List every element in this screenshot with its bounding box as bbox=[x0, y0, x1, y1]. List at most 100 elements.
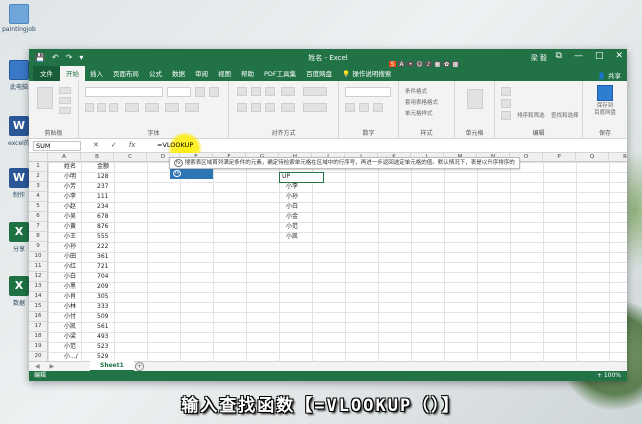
row-header[interactable]: 14 bbox=[29, 292, 48, 302]
name-box[interactable]: SUM bbox=[33, 141, 81, 151]
cells-icon[interactable] bbox=[467, 89, 483, 109]
orientation-icon[interactable] bbox=[281, 87, 295, 96]
phonetic-icon[interactable] bbox=[185, 103, 199, 112]
row-header[interactable]: 16 bbox=[29, 312, 48, 322]
conditional-format-button[interactable]: 条件格式 bbox=[405, 87, 427, 95]
row-header[interactable]: 2 bbox=[29, 172, 48, 182]
align-center-icon[interactable] bbox=[251, 103, 261, 112]
merge-center-icon[interactable] bbox=[303, 103, 327, 112]
align-top-icon[interactable] bbox=[237, 87, 247, 96]
row-header[interactable]: 3 bbox=[29, 182, 48, 192]
align-bottom-icon[interactable] bbox=[265, 87, 275, 96]
active-cell-editor[interactable]: UP bbox=[279, 172, 324, 183]
font-color-icon[interactable] bbox=[165, 103, 179, 112]
tab-home[interactable]: 开始 bbox=[60, 66, 85, 81]
format-painter-icon[interactable] bbox=[59, 107, 71, 114]
row-header[interactable]: 13 bbox=[29, 282, 48, 292]
row-header[interactable]: 10 bbox=[29, 252, 48, 262]
column-header[interactable]: R bbox=[609, 153, 627, 162]
fill-color-icon[interactable] bbox=[145, 103, 159, 112]
tab-insert[interactable]: 插入 bbox=[85, 68, 108, 81]
excel-window: 💾 ↶ ↷ ▾ 姓名 - Excel S A • ☺ ♪ ▦ ✿ ▩ 梁 毅 ⧉… bbox=[29, 49, 627, 381]
wrap-text-icon[interactable] bbox=[303, 87, 327, 96]
cancel-formula-button[interactable]: ✕ bbox=[93, 141, 99, 149]
share-button[interactable]: 👤 共享 bbox=[598, 70, 621, 80]
cell: 小黑 bbox=[64, 283, 77, 290]
formula-input[interactable]: =VLOOKUP bbox=[157, 141, 193, 151]
find-select-button[interactable]: 查找和选择 bbox=[551, 111, 579, 119]
row-header[interactable]: 7 bbox=[29, 222, 48, 232]
row-header[interactable]: 8 bbox=[29, 232, 48, 242]
autosum-icon[interactable] bbox=[501, 87, 511, 96]
cell-area[interactable]: 姓名 金额 小明 128 小芳 237 小李 111 小赵 234 小吴 678 小黄 876 小王 555 小… bbox=[48, 162, 627, 361]
add-sheet-button[interactable]: + bbox=[135, 362, 144, 371]
grow-font-icon[interactable] bbox=[195, 87, 205, 97]
column-header[interactable]: C bbox=[114, 153, 147, 162]
cell: 523 bbox=[97, 343, 109, 350]
column-header[interactable]: A bbox=[48, 153, 81, 162]
row-header[interactable]: 1 bbox=[29, 162, 48, 172]
bold-icon[interactable] bbox=[85, 103, 94, 112]
cell-styles-button[interactable]: 单元格样式 bbox=[405, 109, 433, 117]
row-header[interactable]: 4 bbox=[29, 192, 48, 202]
row-header[interactable]: 12 bbox=[29, 272, 48, 282]
tab-view[interactable]: 视图 bbox=[213, 68, 236, 81]
row-header[interactable]: 11 bbox=[29, 262, 48, 272]
align-left-icon[interactable] bbox=[237, 103, 247, 112]
tell-me-search[interactable]: 💡 操作说明搜索 bbox=[337, 68, 396, 81]
tab-data[interactable]: 数据 bbox=[167, 68, 190, 81]
row-header[interactable]: 15 bbox=[29, 302, 48, 312]
align-right-icon[interactable] bbox=[265, 103, 275, 112]
borders-icon[interactable] bbox=[125, 103, 139, 112]
align-middle-icon[interactable] bbox=[251, 87, 261, 96]
underline-icon[interactable] bbox=[109, 103, 118, 112]
cell: 小付 bbox=[64, 313, 77, 320]
tab-formulas[interactable]: 公式 bbox=[144, 68, 167, 81]
sheet-nav-arrows[interactable]: ◀ ▶ bbox=[35, 363, 58, 370]
row-header[interactable]: 18 bbox=[29, 332, 48, 342]
cut-icon[interactable] bbox=[59, 87, 71, 94]
tab-pdf-tools[interactable]: PDF工具集 bbox=[259, 68, 301, 81]
enter-formula-button[interactable]: ✓ bbox=[111, 141, 117, 149]
paste-icon[interactable] bbox=[37, 87, 53, 109]
tab-help[interactable]: 帮助 bbox=[236, 68, 259, 81]
sort-filter-button[interactable]: 排序和筛选 bbox=[517, 111, 545, 119]
tab-review[interactable]: 审阅 bbox=[190, 68, 213, 81]
minimize-button[interactable]: — bbox=[574, 51, 583, 61]
font-name-select[interactable] bbox=[85, 87, 163, 97]
save-to-baidu-button[interactable]: 保存到 百度网盘 bbox=[587, 103, 623, 117]
copy-icon[interactable] bbox=[59, 97, 71, 104]
clear-icon[interactable] bbox=[501, 111, 511, 120]
shrink-font-icon[interactable] bbox=[209, 87, 219, 97]
maximize-button[interactable]: □ bbox=[595, 51, 604, 61]
row-header[interactable]: 17 bbox=[29, 322, 48, 332]
number-format-select[interactable] bbox=[345, 87, 391, 97]
close-button[interactable]: ✕ bbox=[615, 51, 623, 61]
insert-function-button[interactable]: fx bbox=[129, 141, 136, 149]
zoom-level[interactable]: + 100% bbox=[597, 371, 621, 381]
ribbon-display-icon[interactable]: ⧉ bbox=[556, 51, 562, 61]
account-name[interactable]: 梁 毅 bbox=[531, 53, 547, 63]
column-header[interactable]: Q bbox=[576, 153, 609, 162]
row-header[interactable]: 6 bbox=[29, 212, 48, 222]
baidu-cloud-icon[interactable] bbox=[597, 85, 613, 101]
column-header[interactable]: P bbox=[543, 153, 576, 162]
currency-icon[interactable] bbox=[345, 103, 355, 112]
tab-page-layout[interactable]: 页面布局 bbox=[108, 68, 144, 81]
fill-icon[interactable] bbox=[501, 99, 511, 108]
select-all-corner[interactable] bbox=[29, 153, 48, 162]
font-size-select[interactable] bbox=[167, 87, 191, 97]
row-header[interactable]: 9 bbox=[29, 242, 48, 252]
desktop-folder-icon[interactable]: paintingjob bbox=[2, 4, 36, 33]
row-header[interactable]: 5 bbox=[29, 202, 48, 212]
row-header[interactable]: 19 bbox=[29, 342, 48, 352]
italic-icon[interactable] bbox=[97, 103, 106, 112]
indent-icon[interactable] bbox=[281, 103, 295, 112]
percent-icon[interactable] bbox=[359, 103, 369, 112]
tab-baidu-pan[interactable]: 百度网盘 bbox=[301, 68, 337, 81]
comma-icon[interactable] bbox=[373, 103, 383, 112]
column-header[interactable]: B bbox=[81, 153, 114, 162]
format-as-table-button[interactable]: 套用表格格式 bbox=[405, 98, 438, 106]
tab-file[interactable]: 文件 bbox=[33, 66, 60, 81]
autocomplete-item-vlookup[interactable]: fx VLOOKUP bbox=[170, 169, 213, 187]
